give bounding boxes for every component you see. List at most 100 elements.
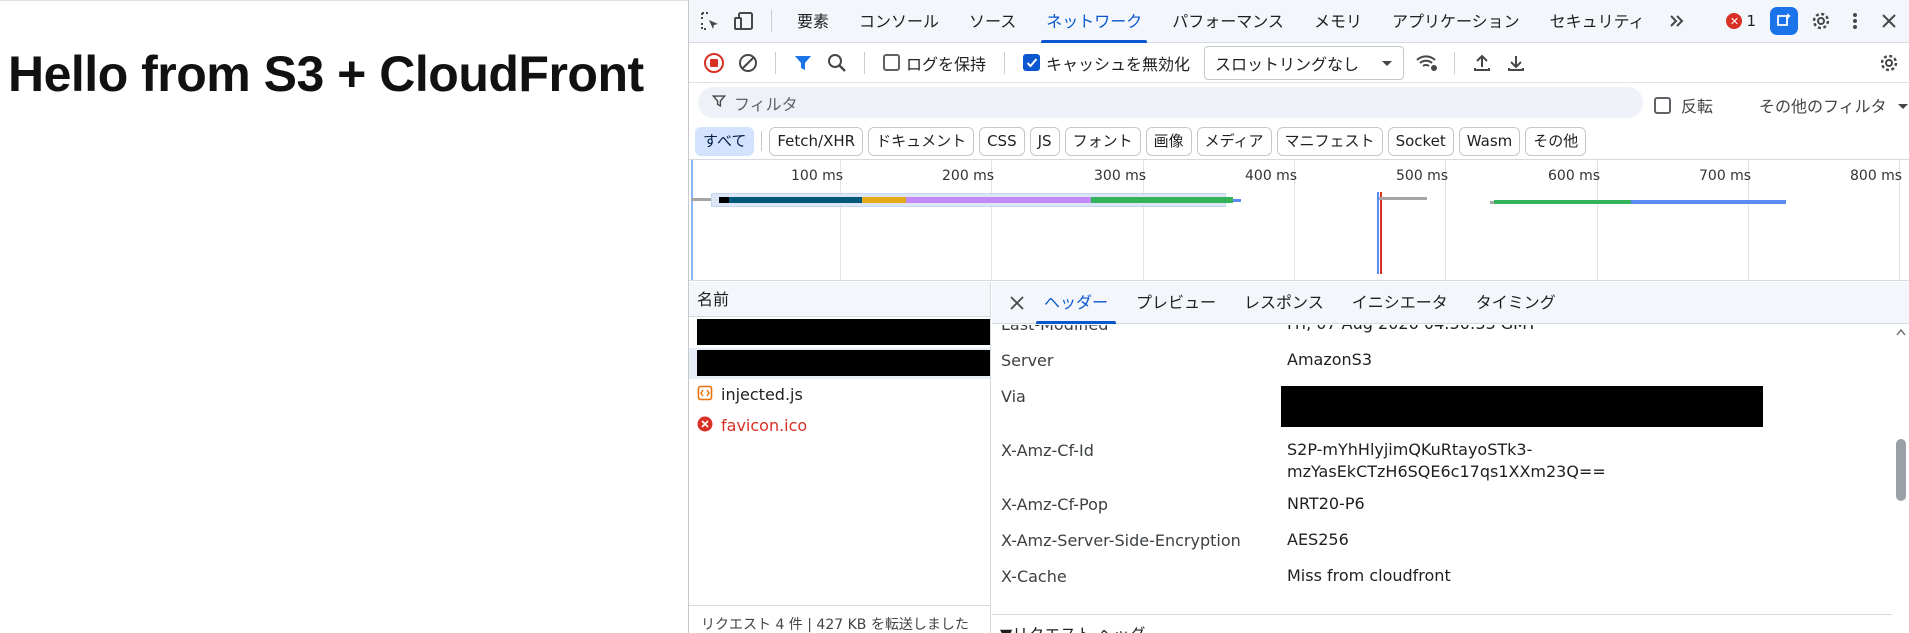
network-status-bar: リクエスト 4 件 | 427 KB を転送しました (689, 605, 991, 633)
timeline-tick-label: 700 ms (1699, 168, 1752, 184)
tab-timing[interactable]: タイミング (1462, 282, 1570, 324)
toolbar-divider (775, 51, 776, 74)
type-filter-wasm[interactable]: Wasm (1458, 126, 1521, 156)
chip-divider (761, 131, 763, 151)
request-row-redacted[interactable] (689, 317, 990, 348)
checkbox-box-checked[interactable] (1023, 54, 1041, 71)
script-file-icon (697, 385, 713, 405)
checkbox-box[interactable] (1654, 96, 1671, 114)
tab-elements[interactable]: 要素 (782, 0, 844, 43)
request-row-error[interactable]: favicon.ico (689, 410, 990, 441)
timeline-bar-connect (729, 197, 862, 203)
header-value: AmazonS3 (1287, 350, 1372, 369)
timeline-bar-receive (1631, 200, 1786, 204)
tab-console[interactable]: コンソール (844, 0, 954, 43)
type-filter-socket[interactable]: Socket (1387, 126, 1454, 156)
more-filters-dropdown[interactable]: その他のフィルタ (1759, 93, 1909, 117)
type-filter-document[interactable]: ドキュメント (868, 126, 975, 156)
timeline-bar-dns (719, 197, 729, 203)
export-har-icon[interactable] (1499, 46, 1533, 80)
devtools-panel: 要素 コンソール ソース ネットワーク パフォーマンス メモリ アプリケーション… (688, 0, 1909, 633)
close-devtools-icon[interactable] (1872, 4, 1906, 38)
stop-recording-icon[interactable] (697, 46, 731, 80)
timeline-start-marker (691, 160, 693, 280)
checkbox-box[interactable] (883, 54, 900, 71)
request-row-redacted-selected[interactable] (689, 348, 990, 379)
device-toolbar-icon[interactable] (727, 4, 761, 38)
disable-cache-label: キャッシュを無効化 (1046, 54, 1191, 74)
network-conditions-icon[interactable] (1410, 46, 1444, 80)
tab-memory[interactable]: メモリ (1299, 0, 1377, 43)
inspect-element-icon[interactable] (693, 4, 727, 38)
devtools-main-toolbar: 要素 コンソール ソース ネットワーク パフォーマンス メモリ アプリケーション… (689, 0, 1909, 43)
tab-application[interactable]: アプリケーション (1377, 0, 1535, 43)
timeline-tick-label: 500 ms (1396, 168, 1449, 184)
request-row[interactable]: injected.js (689, 379, 990, 410)
tab-initiator[interactable]: イニシエータ (1338, 282, 1462, 324)
type-filter-manifest[interactable]: マニフェスト (1276, 126, 1383, 156)
network-overview-timeline[interactable]: 100 ms 200 ms 300 ms 400 ms 500 ms 600 m… (689, 159, 1909, 281)
header-value: S2P-mYhHlyjimQKuRtayoSTk3- (1287, 440, 1533, 459)
preserve-log-checkbox[interactable]: ログを保持 (883, 51, 986, 75)
network-settings-gear-icon[interactable] (1872, 46, 1906, 80)
name-column-header[interactable]: 名前 (689, 282, 990, 317)
tab-headers[interactable]: ヘッダー (1030, 282, 1122, 324)
type-filter-all[interactable]: すべて (695, 126, 755, 156)
resource-type-filters: すべて Fetch/XHR ドキュメント CSS JS フォント 画像 メディア… (689, 124, 1909, 158)
tab-network[interactable]: ネットワーク (1031, 0, 1157, 43)
scrollbar-thumb[interactable] (1896, 439, 1906, 501)
error-status-icon (697, 416, 713, 436)
tab-sources[interactable]: ソース (954, 0, 1031, 43)
more-options-icon[interactable] (1838, 4, 1872, 38)
request-details-panel: ヘッダー プレビュー レスポンス イニシエータ タイミング Last-Modif… (992, 282, 1909, 633)
timeline-bar-wait (1379, 197, 1427, 200)
type-filter-image[interactable]: 画像 (1145, 126, 1192, 156)
more-filters-label: その他のフィルタ (1759, 97, 1887, 116)
timeline-load-marker (1380, 192, 1382, 274)
throttling-select[interactable]: スロットリングなし (1204, 45, 1405, 80)
clear-icon[interactable] (731, 46, 765, 80)
detail-tab-bar: ヘッダー プレビュー レスポンス イニシエータ タイミング (992, 282, 1909, 324)
timeline-bar-download (1091, 197, 1233, 203)
import-har-icon[interactable] (1465, 46, 1499, 80)
redaction-block (1281, 386, 1763, 427)
header-name: X-Cache (1001, 567, 1067, 586)
header-name: Server (1001, 351, 1054, 370)
filter-icon (711, 93, 727, 112)
filter-input[interactable]: フィルタ (698, 87, 1643, 118)
filter-row: フィルタ 反転 その他のフィルタ (689, 84, 1909, 122)
details-scrollbar[interactable] (1896, 328, 1906, 629)
redaction-block (697, 319, 990, 345)
scroll-up-arrow-icon[interactable] (1896, 328, 1906, 336)
error-count-badge[interactable]: ✕ 1 (1726, 12, 1756, 30)
type-filter-media[interactable]: メディア (1196, 126, 1272, 156)
type-filter-fetch-xhr[interactable]: Fetch/XHR (769, 126, 864, 156)
filter-funnel-icon[interactable] (786, 46, 820, 80)
type-filter-font[interactable]: フォント (1064, 126, 1141, 156)
tab-response[interactable]: レスポンス (1230, 282, 1338, 324)
header-name: Last-Modified (1001, 325, 1108, 334)
tab-security[interactable]: セキュリティ (1535, 0, 1660, 43)
timeline-bar-tail (1233, 199, 1241, 202)
timeline-bar-waiting (906, 197, 1091, 203)
more-tabs-icon[interactable] (1660, 4, 1694, 38)
close-details-icon[interactable] (1004, 286, 1030, 320)
tab-preview[interactable]: プレビュー (1122, 282, 1230, 324)
ai-assistance-icon[interactable] (1770, 7, 1798, 35)
request-name: injected.js (721, 385, 803, 404)
type-filter-css[interactable]: CSS (979, 126, 1025, 156)
timeline-tick-label: 100 ms (791, 168, 844, 184)
toolbar-divider (1454, 51, 1456, 74)
invert-label: 反転 (1681, 97, 1714, 116)
error-count: 1 (1746, 12, 1756, 30)
search-icon[interactable] (820, 46, 854, 80)
header-name: X-Amz-Server-Side-Encryption (1001, 531, 1241, 550)
disable-cache-checkbox[interactable]: キャッシュを無効化 (1023, 51, 1190, 75)
tab-performance[interactable]: パフォーマンス (1157, 0, 1299, 43)
network-toolbar: ログを保持 キャッシュを無効化 スロットリングなし (689, 43, 1909, 83)
settings-gear-icon[interactable] (1804, 4, 1838, 38)
request-headers-section-toggle[interactable]: ▼リクエスト ヘッダー (992, 614, 1892, 633)
type-filter-js[interactable]: JS (1029, 126, 1060, 156)
type-filter-other[interactable]: その他 (1525, 126, 1587, 156)
invert-checkbox[interactable]: 反転 (1654, 93, 1713, 117)
